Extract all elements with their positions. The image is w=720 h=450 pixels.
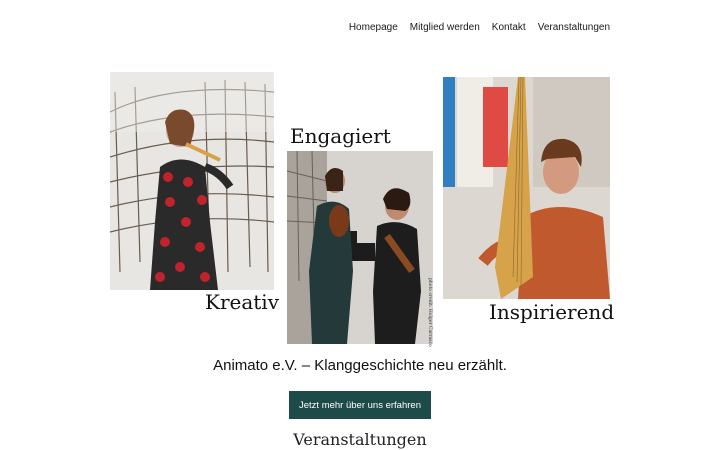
photo-instrument-player [443, 77, 610, 299]
main-nav: Homepage Mitglied werden Kontakt Veranst… [349, 22, 610, 33]
section-heading-veranstaltungen: Veranstaltungen [293, 430, 427, 449]
photo-flute-player [110, 72, 274, 290]
nav-item-veranstaltungen[interactable]: Veranstaltungen [538, 22, 610, 33]
nav-item-homepage[interactable]: Homepage [349, 22, 398, 33]
nav-item-kontakt[interactable]: Kontakt [492, 22, 526, 33]
hero-word-engagiert: Engagiert [290, 124, 391, 148]
nav-item-mitglied-werden[interactable]: Mitglied werden [410, 22, 480, 33]
hero-word-kreativ: Kreativ [205, 290, 279, 314]
photo-credit: photo credit: Holger Carrasco [427, 278, 432, 347]
learn-more-button[interactable]: Jetzt mehr über uns erfahren [289, 391, 431, 419]
hero-word-inspirierend: Inspirierend [489, 300, 615, 324]
photo-string-players [287, 151, 433, 344]
hero-tagline: Animato e.V. – Klanggeschichte neu erzäh… [213, 357, 507, 374]
